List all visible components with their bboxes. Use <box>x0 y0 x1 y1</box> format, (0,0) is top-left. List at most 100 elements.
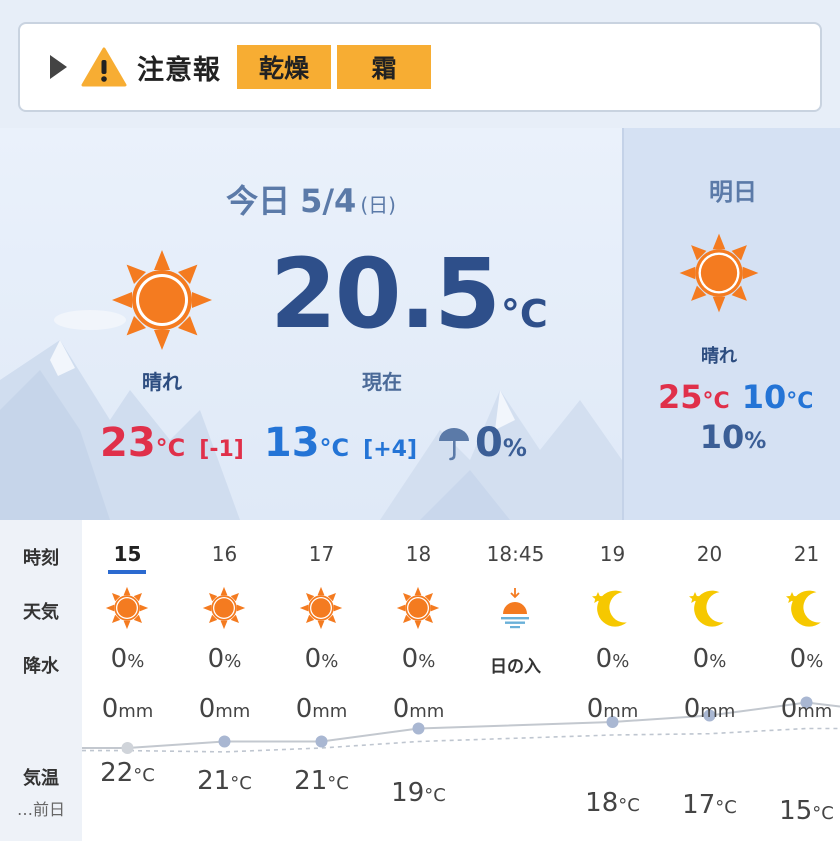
rain-chance: 0% <box>176 644 273 674</box>
current-temperature: 20.5°C <box>270 238 548 350</box>
moon-icon <box>689 590 724 627</box>
hour-temp-unit: °C <box>230 773 252 794</box>
sun-icon <box>679 233 759 313</box>
hour-temp-value: 15 <box>779 796 813 826</box>
rain-amount-value: 0 <box>392 694 410 724</box>
hour-temp-unit: °C <box>812 803 834 824</box>
tomorrow-label: 明日 <box>709 178 757 206</box>
tomorrow-rain-value: 10 <box>699 418 745 456</box>
hour-time: 15 <box>113 542 142 566</box>
rain-amount-value: 0 <box>780 694 798 724</box>
rain-chance-value: 0 <box>304 644 322 674</box>
rain-chance-unit: % <box>321 651 339 672</box>
today-low-diff: [+4] <box>363 437 418 462</box>
rain-amount-unit: mm <box>409 701 445 722</box>
expand-triangle-icon[interactable] <box>50 55 67 79</box>
hour-temperature: 15°C <box>758 796 840 826</box>
hour-temp-unit: °C <box>618 795 640 816</box>
row-label-temp: 気温 <box>23 768 59 789</box>
hour-temp-value: 17 <box>682 790 716 820</box>
hour-temp-value: 19 <box>391 778 425 808</box>
row-label-rain: 降水 <box>23 656 59 677</box>
rain-amount-unit: mm <box>603 701 639 722</box>
tomorrow-high-low: 25 °C 10 °C <box>658 378 813 416</box>
hour-temp-unit: °C <box>715 797 737 818</box>
hour-time: 17 <box>308 542 335 566</box>
rain-chance: 0% <box>758 644 840 674</box>
row-label-prev-day: …前日 <box>16 800 65 819</box>
hour-column: 19 0% 0mm 18°C <box>564 520 661 841</box>
rain-chance-unit: % <box>612 651 630 672</box>
current-temp-value: 20.5 <box>270 238 501 350</box>
rain-amount: 0mm <box>176 694 273 724</box>
rain-amount-value: 0 <box>295 694 313 724</box>
alert-badge-frost: 霜 <box>337 45 431 89</box>
current-hour-indicator <box>108 570 146 574</box>
hour-temp-value: 22 <box>100 758 134 788</box>
alert-badge-dry: 乾燥 <box>237 45 331 89</box>
tomorrow-panel[interactable]: 明日 晴れ 25 °C 10 °C 10% <box>622 128 840 520</box>
today-high: 23 <box>100 420 156 466</box>
hour-time: 16 <box>211 542 238 566</box>
moon-icon <box>786 590 821 627</box>
today-condition: 晴れ <box>142 370 182 394</box>
rain-chance: 0% <box>370 644 467 674</box>
rain-chance-unit: % <box>127 651 145 672</box>
today-high-low: 23 °C [-1] 13 °C [+4] 0% <box>100 420 527 466</box>
rain-chance-unit: % <box>709 651 727 672</box>
moon-icon <box>592 590 627 627</box>
today-label: 今日 <box>226 182 291 220</box>
today-panel[interactable]: 今日 5/4 (日) 晴れ 20.5°C 現在 23 °C [-1] 13 °C [+4… <box>0 128 622 520</box>
rain-chance-value: 0 <box>207 644 225 674</box>
hour-column: 17 0% 0mm 21°C <box>273 520 370 841</box>
tomorrow-rain-unit: % <box>744 429 767 454</box>
hour-time: 21 <box>793 542 820 566</box>
today-date: 今日 5/4 (日) <box>0 176 622 222</box>
today-high-diff: [-1] <box>199 437 244 462</box>
rain-chance: 0% <box>79 644 176 674</box>
today-rain: 0 <box>475 420 503 466</box>
rain-amount-value: 0 <box>101 694 119 724</box>
rain-chance-value: 0 <box>110 644 128 674</box>
hour-time: 18:45 <box>486 542 545 566</box>
hour-temp-unit: °C <box>327 773 349 794</box>
hour-column: 21 0% 0mm 15°C <box>758 520 840 841</box>
tomorrow-low-unit: °C <box>786 389 814 414</box>
rain-chance-value: 0 <box>692 644 710 674</box>
row-label-weather: 天気 <box>23 602 59 623</box>
hour-column: 18 0% 0mm 19°C <box>370 520 467 841</box>
sun-icon <box>112 250 212 350</box>
rain-chance: 0% <box>564 644 661 674</box>
rain-chance: 0% <box>661 644 758 674</box>
rain-amount-unit: mm <box>312 701 348 722</box>
hour-column: 16 0% 0mm 21°C <box>176 520 273 841</box>
hour-temp-unit: °C <box>424 785 446 806</box>
rain-amount: 0mm <box>273 694 370 724</box>
rain-amount: 0mm <box>758 694 840 724</box>
hour-temperature: 18°C <box>564 788 661 818</box>
today-low-unit: °C <box>319 434 350 462</box>
alert-label: 注意報 <box>137 54 221 86</box>
today-low: 13 <box>263 420 320 466</box>
hour-time: 18 <box>405 542 432 566</box>
today-weekday: (日) <box>360 193 396 217</box>
rain-amount-value: 0 <box>586 694 604 724</box>
rain-amount-value: 0 <box>683 694 701 724</box>
rain-chance-unit: % <box>418 651 436 672</box>
rain-amount: 0mm <box>661 694 758 724</box>
today-rain-unit: % <box>502 434 527 462</box>
sunset-icon <box>501 588 529 629</box>
current-label: 現在 <box>362 370 402 394</box>
sun-icon <box>396 586 440 630</box>
hour-column: 18:45 日の入 <box>467 520 564 841</box>
rain-amount-unit: mm <box>797 701 833 722</box>
hour-temperature: 21°C <box>273 766 370 796</box>
hour-column: 20 0% 0mm 17°C <box>661 520 758 841</box>
hour-time: 19 <box>599 542 626 566</box>
tomorrow-rain: 10% <box>624 418 840 456</box>
tomorrow-condition: 晴れ <box>701 346 737 367</box>
alert-bar[interactable]: 注意報 乾燥 霜 <box>18 22 822 112</box>
rain-amount: 0mm <box>370 694 467 724</box>
hour-temperature: 21°C <box>176 766 273 796</box>
hourly-forecast[interactable]: 時刻 天気 降水 気温 …前日 15 0% 0mm 22°C 16 0% 0mm 21°C 17… <box>0 520 840 841</box>
